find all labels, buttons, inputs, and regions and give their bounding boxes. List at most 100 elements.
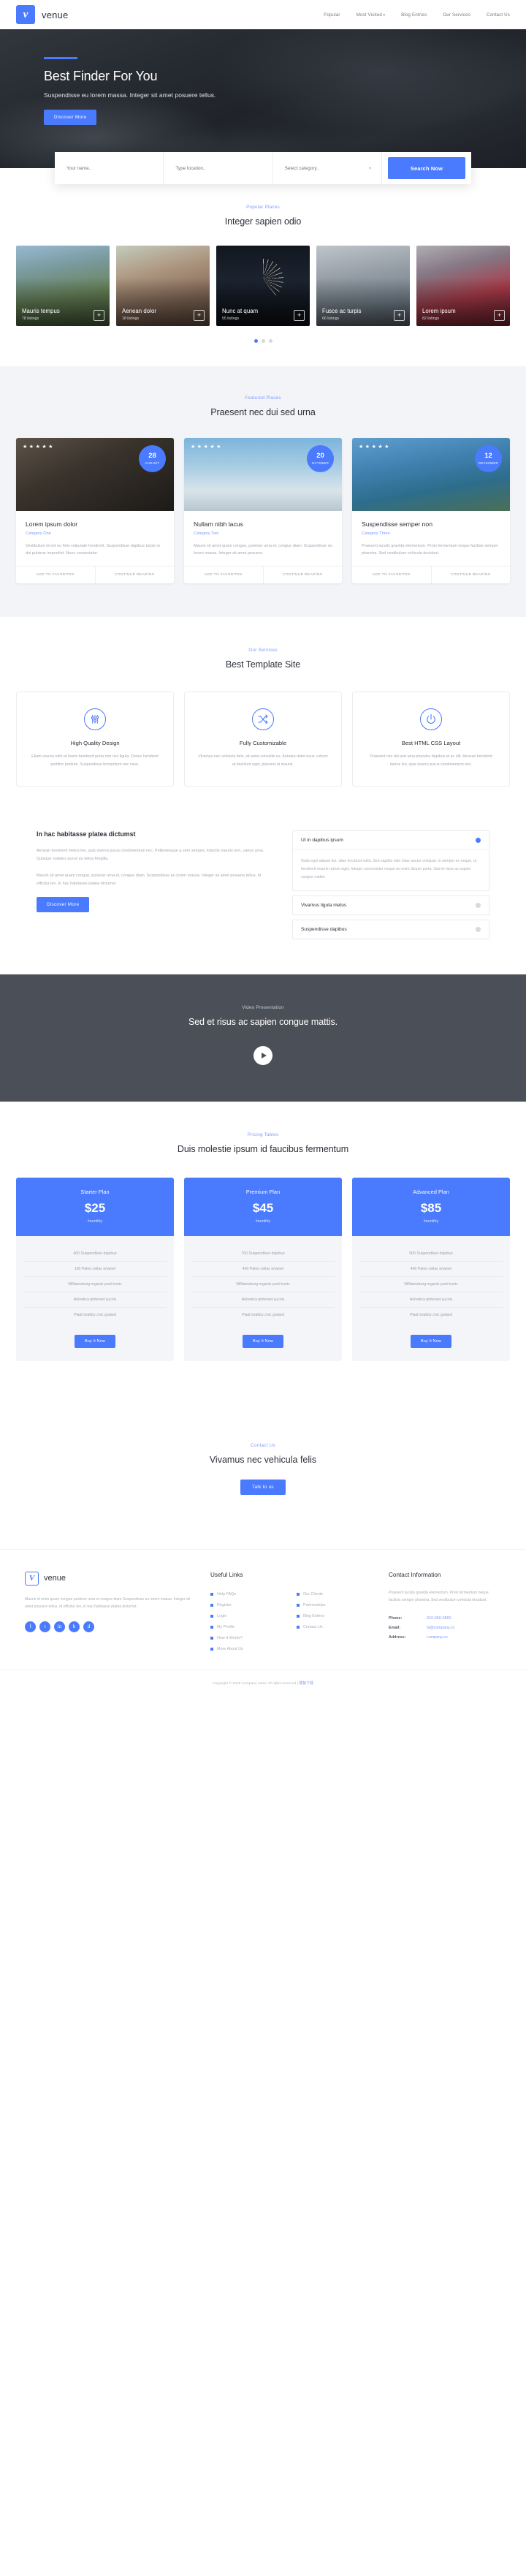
- add-to-favorites-button[interactable]: ADD TO FAVORITES: [16, 567, 96, 584]
- talk-to-us-button[interactable]: Talk to us: [240, 1479, 286, 1495]
- bullet-icon: [297, 1604, 300, 1607]
- behance-icon[interactable]: b: [69, 1621, 80, 1632]
- featured-card: ★ ★ ★ ★ ★ 20 OCTOBER Nullam nibh lacus C…: [184, 438, 343, 584]
- footer-link[interactable]: Partnerships: [297, 1600, 371, 1611]
- footer-link-label: Login: [217, 1614, 227, 1619]
- contact-email-value[interactable]: hi@company.co: [427, 1626, 454, 1630]
- buy-it-now-button[interactable]: Buy It Now: [242, 1334, 284, 1348]
- plan-name: Starter Plan: [80, 1188, 110, 1195]
- list-item[interactable]: Nunc at quam 55 listings +: [216, 246, 310, 326]
- place-meta: Nunc at quam 55 listings: [222, 308, 258, 321]
- nav-item-contact-us[interactable]: Contact Us: [487, 12, 510, 18]
- footer-contact-title: Contact Information: [389, 1571, 441, 1578]
- footer-link[interactable]: My Profile: [210, 1622, 285, 1633]
- nav-item-popular[interactable]: Popular: [324, 12, 340, 18]
- buy-it-now-button[interactable]: Buy It Now: [74, 1334, 116, 1348]
- nav-item-our-services[interactable]: Our Services: [443, 12, 470, 18]
- hero-banner: Best Finder For You Suspendisse eu lorem…: [0, 29, 526, 168]
- search-name-input[interactable]: [66, 165, 152, 171]
- accordion-header[interactable]: Ut in dapibus ipsum: [293, 831, 489, 849]
- social-links: f t in b d: [25, 1621, 193, 1632]
- hero-discover-more-button[interactable]: Discover More: [44, 109, 97, 125]
- contact-row-phone: Phone: 010-050-0560: [389, 1614, 501, 1624]
- plan-feature: Plaid shabby chic godard: [410, 1312, 452, 1317]
- search-location-field[interactable]: [164, 152, 273, 184]
- search-now-button[interactable]: Search Now: [387, 157, 465, 179]
- plus-icon[interactable]: +: [294, 310, 305, 321]
- search-name-field[interactable]: [55, 152, 164, 184]
- search-category-field[interactable]: ▾: [273, 152, 382, 184]
- accordion-toggle-icon[interactable]: [476, 902, 481, 908]
- featured-card-category[interactable]: Category Three: [362, 531, 500, 536]
- star-icon: ★: [359, 444, 364, 450]
- footer-link[interactable]: Register: [210, 1600, 285, 1611]
- buy-it-now-button[interactable]: Buy It Now: [410, 1334, 452, 1348]
- continue-reading-button[interactable]: CONTINUE READING: [264, 567, 343, 583]
- footer-logo[interactable]: V venue: [25, 1571, 193, 1586]
- list-item[interactable]: Fusce ac turpis 66 listings +: [316, 246, 410, 326]
- list-item[interactable]: Aenean dolor 18 listings +: [116, 246, 210, 326]
- plan-features: 400 Suspendisse dapibus 100 Paleo cellac…: [16, 1236, 174, 1325]
- copyright-link[interactable]: 模板下载: [299, 1682, 313, 1686]
- accordion-header[interactable]: Suspendisse dapibus: [293, 920, 489, 939]
- plus-icon[interactable]: +: [394, 310, 405, 321]
- continue-reading-button[interactable]: CONTINUE READING: [432, 567, 511, 583]
- plan-feature: Helvetica pinterest yuccie: [23, 1292, 167, 1308]
- nav-item-blog-entries[interactable]: Blog Entries: [401, 12, 427, 18]
- plan-feature: Plaid shabby chic godard: [74, 1312, 116, 1317]
- firework-decoration: [243, 259, 283, 300]
- linkedin-icon[interactable]: in: [54, 1621, 65, 1632]
- play-icon[interactable]: [254, 1045, 272, 1065]
- nav-item-most-visited[interactable]: Most Visited: [357, 12, 386, 18]
- footer-link[interactable]: Blog Entries: [297, 1611, 371, 1622]
- add-to-favorites-button[interactable]: ADD TO FAVORITES: [352, 567, 432, 584]
- featured-body: Lorem ipsum dolor Category One Vestibulu…: [16, 511, 174, 566]
- plan-feature: 700 Suspendisse dapibus: [191, 1246, 335, 1262]
- about-discover-more-button[interactable]: Discover More: [37, 897, 90, 913]
- accordion-header[interactable]: Vivamus ligula metus: [293, 896, 489, 914]
- twitter-icon[interactable]: t: [39, 1621, 50, 1632]
- plan-period: /monthly: [87, 1219, 103, 1224]
- list-item[interactable]: Lorem ipsum 82 listings +: [416, 246, 510, 326]
- footer-links-lists: Help FAQs Register Login My Profile How …: [210, 1589, 371, 1655]
- carousel-dot-3[interactable]: [268, 339, 272, 343]
- dribbble-icon[interactable]: d: [83, 1621, 94, 1632]
- plan-feature: Williamsburg organic post ironic: [191, 1277, 335, 1292]
- search-submit-wrapper: Search Now: [382, 152, 471, 184]
- continue-reading-button[interactable]: CONTINUE READING: [96, 567, 175, 583]
- facebook-icon[interactable]: f: [25, 1621, 36, 1632]
- footer-link[interactable]: Login: [210, 1611, 285, 1622]
- plan-feature: Helvetica pinterest yuccie: [191, 1292, 335, 1308]
- search-location-input[interactable]: [175, 165, 261, 171]
- search-category-select[interactable]: [284, 165, 370, 171]
- footer-link[interactable]: How It Works?: [210, 1633, 285, 1644]
- featured-card-title: Lorem ipsum dolor: [26, 520, 78, 528]
- add-to-favorites-button[interactable]: ADD TO FAVORITES: [184, 567, 264, 584]
- plus-icon[interactable]: +: [94, 310, 104, 321]
- carousel-dot-2[interactable]: [261, 339, 265, 343]
- pricing-header: Advanced Plan $85 /monthly: [352, 1177, 510, 1236]
- featured-card-category[interactable]: Category Two: [194, 531, 332, 536]
- star-icon: ★: [28, 444, 34, 450]
- place-meta: Aenean dolor 18 listings: [122, 308, 156, 321]
- footer-link[interactable]: Contact Us: [297, 1622, 371, 1633]
- plus-icon[interactable]: +: [494, 310, 505, 321]
- contact-address-value[interactable]: company.co: [427, 1635, 448, 1640]
- services-section: Our Services Best Template Site High Qua…: [0, 617, 526, 811]
- accordion-toggle-icon[interactable]: [476, 838, 481, 843]
- pricing-header: Premium Plan $45 /monthly: [184, 1177, 342, 1236]
- contact-phone-value[interactable]: 010-050-0560: [427, 1616, 451, 1621]
- brand-logo[interactable]: v venue: [16, 5, 68, 24]
- list-item[interactable]: Mauris tempus 78 listings +: [16, 246, 110, 326]
- accordion-toggle-icon[interactable]: [476, 926, 481, 932]
- featured-card-category[interactable]: Category One: [26, 531, 164, 536]
- footer-link[interactable]: Help FAQs: [210, 1589, 285, 1600]
- star-icon: ★: [210, 444, 215, 450]
- plus-icon[interactable]: +: [194, 310, 205, 321]
- footer-link[interactable]: Our Clients: [297, 1589, 371, 1600]
- plan-feature: Williamsburg organic post ironic: [359, 1277, 503, 1292]
- plan-footer: Buy It Now: [16, 1325, 174, 1361]
- carousel-dot-1[interactable]: [254, 339, 258, 343]
- footer-link[interactable]: More About Us: [210, 1644, 285, 1655]
- plan-features: 700 Suspendisse dapibus 440 Paleo cellac…: [184, 1236, 342, 1325]
